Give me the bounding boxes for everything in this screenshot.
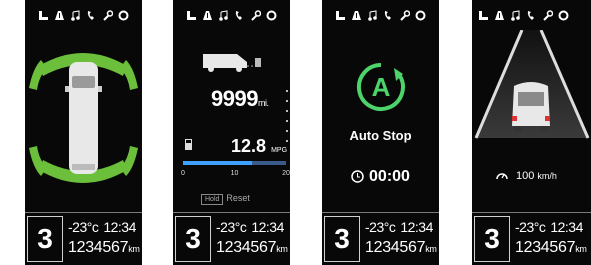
clock-time: 12:34 — [550, 219, 583, 235]
gear-icon — [266, 10, 277, 21]
van-rear-icon — [512, 82, 550, 131]
clock-time: 12:34 — [400, 219, 433, 235]
status-bar: 3 -23°c 12:34 1234567km — [173, 212, 290, 265]
seat-icon — [478, 10, 489, 21]
music-icon — [70, 9, 81, 21]
road-icon — [351, 10, 362, 21]
speedometer-icon — [496, 173, 508, 180]
seat-icon — [186, 10, 197, 21]
gear-indicator: 3 — [474, 216, 510, 262]
temperature-unit: °c — [533, 219, 546, 235]
clock-icon — [351, 170, 364, 183]
panel-auto-stop: A Auto Stop 00:00 3 -23°c 12:34 1234567km — [322, 0, 439, 265]
fuel-economy-unit: MPG — [271, 147, 288, 154]
distance-value: 9999 — [211, 86, 258, 111]
top-icon-bar — [472, 7, 591, 23]
page-scroll-indicator — [286, 90, 288, 142]
temperature-value: -23 — [216, 219, 235, 235]
set-speed: 100 km/h — [496, 170, 557, 182]
phone-icon — [383, 10, 394, 21]
odometer-unit: km — [575, 244, 587, 254]
gear-indicator: 3 — [27, 216, 63, 262]
lane-view — [474, 30, 590, 139]
distance-unit: mi. — [257, 98, 269, 108]
seat-icon — [335, 10, 346, 21]
odometer: 1234567km — [68, 239, 140, 257]
odometer-unit: km — [128, 244, 140, 254]
van-fuel-icon — [203, 54, 261, 72]
odometer-unit: km — [425, 244, 437, 254]
music-icon — [367, 9, 378, 21]
music-icon — [510, 9, 521, 21]
temperature-unit: °c — [86, 219, 99, 235]
wrench-icon — [250, 9, 261, 21]
gear-icon — [118, 10, 129, 21]
odometer-value: 1234567 — [68, 239, 129, 256]
gauge-tick: 20 — [282, 170, 290, 177]
odometer-value: 1234567 — [216, 239, 277, 256]
reset-hint: Hold Reset — [201, 193, 250, 205]
road-icon — [202, 10, 213, 21]
top-icon-bar — [173, 7, 290, 23]
gear-icon — [415, 10, 426, 21]
status-bar: 3 -23°c 12:34 1234567km — [25, 212, 142, 265]
fuel-economy-gauge — [183, 161, 286, 165]
fuel-economy-gauge-fill — [183, 161, 252, 165]
distance-to-empty: 9999mi. — [211, 86, 269, 112]
phone-icon — [526, 10, 537, 21]
temperature-time: -23°c 12:34 — [216, 219, 284, 235]
odometer-value: 1234567 — [515, 239, 576, 256]
temperature-value: -23 — [68, 219, 87, 235]
temperature-value: -23 — [365, 219, 384, 235]
temperature-unit: °c — [234, 219, 247, 235]
gear-indicator: 3 — [175, 216, 211, 262]
reset-label: Reset — [226, 193, 250, 203]
phone-icon — [234, 10, 245, 21]
auto-stop-timer-value: 00:00 — [369, 168, 410, 185]
top-icon-bar — [25, 7, 142, 23]
panel-cruise-control: 100 km/h 3 -23°c 12:34 1234567km — [472, 0, 591, 265]
auto-stop-icon: A — [356, 63, 405, 111]
gear-icon — [558, 10, 569, 21]
temperature-time: -23°c 12:34 — [515, 219, 583, 235]
temperature-time: -23°c 12:34 — [365, 219, 433, 235]
road-icon — [494, 10, 505, 21]
panel-trip-info: 9999mi. 12.8 MPG 0 10 20 Hold Reset 3 -23… — [173, 0, 290, 265]
auto-stop-label: Auto Stop — [349, 128, 412, 143]
wrench-icon — [542, 9, 553, 21]
gauge-tick: 0 — [181, 170, 185, 177]
panel-parking-sensors: 3 -23°c 12:34 1234567km — [25, 0, 142, 265]
music-icon — [218, 9, 229, 21]
road-icon — [54, 10, 65, 21]
temperature-unit: °c — [383, 219, 396, 235]
odometer: 1234567km — [365, 239, 437, 257]
van-top-view-icon — [65, 62, 102, 174]
fuel-pump-icon — [185, 139, 192, 150]
set-speed-unit: km/h — [537, 171, 557, 181]
gear-indicator: 3 — [324, 216, 360, 262]
parking-sensor-view — [29, 53, 138, 183]
hold-button[interactable]: Hold — [201, 194, 224, 205]
clock-time: 12:34 — [251, 219, 284, 235]
top-icon-bar — [322, 7, 439, 23]
seat-icon — [38, 10, 49, 21]
odometer-value: 1234567 — [365, 239, 426, 256]
status-bar: 3 -23°c 12:34 1234567km — [472, 212, 591, 265]
wrench-icon — [102, 9, 113, 21]
auto-stop-timer: 00:00 — [322, 168, 439, 186]
svg-text:A: A — [372, 72, 391, 102]
temperature-time: -23°c 12:34 — [68, 219, 136, 235]
odometer: 1234567km — [515, 239, 587, 257]
fuel-economy-value: 12.8 — [231, 136, 267, 156]
gauge-tick: 10 — [230, 170, 239, 177]
status-bar: 3 -23°c 12:34 1234567km — [322, 212, 439, 265]
temperature-value: -23 — [515, 219, 534, 235]
odometer-unit: km — [276, 244, 288, 254]
odometer: 1234567km — [216, 239, 288, 257]
clock-time: 12:34 — [103, 219, 136, 235]
set-speed-value: 100 — [516, 170, 535, 182]
phone-icon — [86, 10, 97, 21]
fuel-economy: 12.8 MPG — [231, 136, 287, 157]
wrench-icon — [399, 9, 410, 21]
